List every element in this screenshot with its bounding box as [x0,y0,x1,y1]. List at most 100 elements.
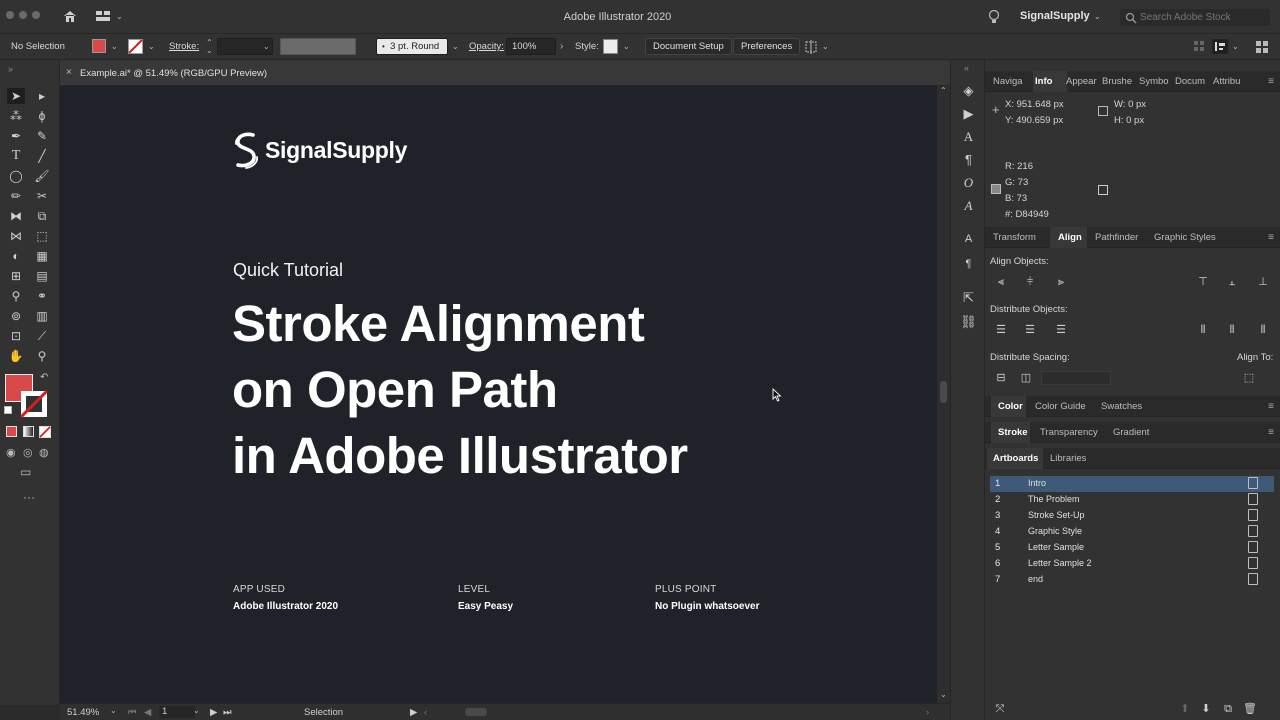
preferences-button[interactable]: Preferences [733,38,801,55]
opacity-label[interactable]: Opacity: [469,41,504,52]
chevron-down-icon[interactable]: ⌄ [452,42,459,51]
panel-menu-icon[interactable]: ≡ [1268,427,1274,438]
distribute-horizontal-center-icon[interactable]: ⦀ [1225,324,1239,336]
none-mode-icon[interactable] [39,426,51,438]
scroll-left-icon[interactable]: ‹ [424,707,427,718]
align-left-icon[interactable]: ⫷ [994,276,1008,288]
artboard-item[interactable]: 5 Letter Sample [990,540,1274,556]
tab-info[interactable]: Info [1035,76,1052,87]
stroke-none-swatch[interactable] [128,39,143,54]
chevron-down-icon[interactable]: ⌄ [263,42,270,51]
artboard-name[interactable]: Letter Sample 2 [1028,558,1092,568]
user-account-menu[interactable]: SignalSupply [1020,10,1090,22]
last-artboard-icon[interactable]: ⏭ [223,707,232,718]
document-setup-button[interactable]: Document Setup [645,38,732,55]
artboard-item[interactable]: 7 end [990,572,1274,588]
tab-transparency[interactable]: Transparency [1040,427,1098,438]
direct-selection-tool-icon[interactable]: ▸ [33,88,51,104]
type-tool-icon[interactable]: T [7,148,25,164]
tab-pathfinder[interactable]: Pathfinder [1095,232,1138,243]
align-vertical-center-icon[interactable]: ⫠ [1225,276,1239,288]
stroke-weight-stepper[interactable]: ⌃ ⌄ [206,39,213,55]
horizontal-distribute-space-icon[interactable]: ◫ [1019,372,1033,384]
arrange-documents-icon[interactable] [804,40,818,54]
vertical-distribute-space-icon[interactable]: ⊟ [994,372,1008,384]
rearrange-artboards-icon[interactable]: ⤧ [993,703,1007,715]
scrollbar-thumb[interactable] [940,381,947,403]
symbol-sprayer-tool-icon[interactable]: ⊚ [7,308,25,324]
blend-tool-icon[interactable]: ⚭ [33,288,51,304]
chevron-down-icon[interactable]: ⌄ [1094,12,1101,21]
hand-tool-icon[interactable]: ✋ [7,348,25,364]
opentype-icon[interactable]: O [960,174,977,191]
panel-menu-icon[interactable]: ≡ [1268,76,1274,87]
paintbrush-tool-icon[interactable]: 🖌 [33,168,51,184]
artboard-name[interactable]: Letter Sample [1028,542,1084,552]
graphic-style-swatch[interactable] [603,39,618,54]
artboard-tool-icon[interactable]: ⊡ [7,328,25,344]
chevron-down-icon[interactable]: ⌄ [822,42,829,51]
artboard-canvas[interactable]: SignalSupply Quick Tutorial Stroke Align… [60,86,937,703]
draw-inside-icon[interactable]: ◍ [39,446,49,459]
align-top-icon[interactable]: ⊤ [1196,276,1210,288]
current-tool[interactable]: Selection [304,707,343,718]
stock-search-input[interactable] [1140,10,1265,25]
distribute-top-icon[interactable]: ☰ [994,324,1008,336]
artboard-name[interactable]: end [1028,574,1043,584]
artboard-item[interactable]: 4 Graphic Style [990,524,1274,540]
magic-wand-tool-icon[interactable]: ⁂ [7,108,25,124]
move-up-icon[interactable]: ⬆ [1178,703,1192,715]
reflect-tool-icon[interactable]: ⧓ [7,208,25,224]
artboard-name[interactable]: Intro [1028,478,1046,488]
export-icon[interactable]: ⇱ [960,289,977,306]
scroll-right-icon[interactable]: › [926,707,929,718]
status-menu-icon[interactable]: ▶ [410,707,417,718]
chevron-down-icon[interactable]: ⌄ [110,706,117,715]
align-icon[interactable] [1193,40,1205,52]
scale-tool-icon[interactable]: ⧉ [33,208,51,224]
line-segment-tool-icon[interactable]: ╱ [33,148,51,164]
lightbulb-icon[interactable] [988,9,1000,24]
chevron-down-icon[interactable]: ⌄ [193,706,200,715]
first-artboard-icon[interactable]: ⏮ [128,707,137,718]
width-tool-icon[interactable]: ⋈ [7,228,25,244]
tab-swatches[interactable]: Swatches [1101,401,1142,412]
spacing-value-field[interactable] [1041,371,1111,385]
fill-swatch[interactable] [92,39,106,53]
selection-tool-icon[interactable]: ➤ [7,88,25,104]
curvature-tool-icon[interactable]: ✎ [33,128,51,144]
artboard-item[interactable]: 1 Intro [990,476,1274,492]
zoom-tool-icon[interactable]: ⚲ [33,348,51,364]
distribute-bottom-icon[interactable]: ☰ [1054,324,1068,336]
artboard-options-icon[interactable] [1248,525,1258,537]
tab-stroke[interactable]: Stroke [998,427,1028,438]
stroke-label[interactable]: Stroke: [169,41,199,52]
brush-definition-field[interactable]: • 3 pt. Round [376,38,448,55]
edit-toolbar-icon[interactable]: ··· [23,490,35,504]
align-bottom-icon[interactable]: ⊥ [1256,276,1270,288]
artboard-options-icon[interactable] [1248,493,1258,505]
draw-behind-icon[interactable]: ◎ [23,446,33,459]
layers-icon[interactable]: ◈ [960,82,977,99]
swap-colors-icon[interactable]: ↶ [40,372,48,383]
artboard-item[interactable]: 3 Stroke Set-Up [990,508,1274,524]
align-horizontal-center-icon[interactable]: ⫩ [1023,276,1037,288]
chevron-down-icon[interactable]: ⌄ [111,42,118,51]
close-icon[interactable]: × [66,67,72,78]
tab-symbols[interactable]: Symbo [1139,76,1169,87]
tab-brushes[interactable]: Brushe [1102,76,1132,87]
lasso-tool-icon[interactable]: ϕ [33,108,51,124]
align-to-selection-icon[interactable]: ⬚ [1242,372,1256,384]
paragraph-styles-icon[interactable]: ¶ [960,256,977,273]
tab-color[interactable]: Color [998,401,1023,412]
zoom-level[interactable]: 51.49% [67,707,99,718]
stroke-color-swatch[interactable] [20,390,48,418]
horizontal-scrollbar-thumb[interactable] [465,708,487,716]
draw-normal-icon[interactable]: ◉ [6,446,16,459]
tab-document-info[interactable]: Docum [1175,76,1205,87]
eyedropper-tool-icon[interactable]: ⚲ [7,288,25,304]
artboard-options-icon[interactable] [1248,541,1258,553]
stock-search[interactable] [1120,9,1270,26]
document-tab[interactable]: × Example.ai* @ 51.49% (RGB/GPU Preview) [60,60,950,86]
artboard-name[interactable]: The Problem [1028,494,1080,504]
